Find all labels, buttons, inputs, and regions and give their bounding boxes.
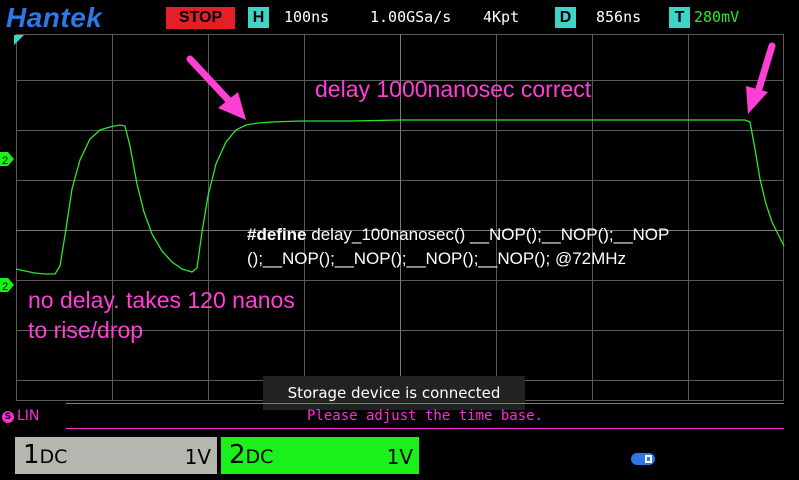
- waveform-display[interactable]: 2 2 delay 1000nanosec correct #define de…: [0, 34, 799, 402]
- channel-2-label: 2DC: [229, 440, 274, 470]
- channel-2-marker-1[interactable]: 2: [0, 152, 14, 167]
- trigger-position-marker-icon: [14, 35, 24, 45]
- sample-rate-value: 1.00GSa/s: [370, 8, 452, 26]
- status-row: S LIN Please adjust the time base.: [0, 403, 799, 429]
- arrow-icon: [186, 55, 236, 108]
- top-status-bar: Hantek STOP H 100ns 1.00GSa/s 4Kpt D 856…: [0, 0, 799, 34]
- arrow-icon-right: [754, 42, 776, 96]
- lin-mode-icon: S: [2, 411, 14, 423]
- memory-depth-value: 4Kpt: [483, 8, 520, 26]
- trigger-level-value[interactable]: 280mV: [694, 8, 739, 26]
- channel-2-scale: 1V: [386, 445, 413, 469]
- ch2-marker-label-2: 2: [2, 281, 8, 293]
- channel-2-marker-2[interactable]: 2: [0, 278, 14, 293]
- annotation-note-line-1: no delay. takes 120 nanos: [28, 287, 295, 313]
- channel-1-panel[interactable]: 1DC 1V: [15, 437, 217, 474]
- timebase-value[interactable]: 100ns: [284, 8, 329, 26]
- message-bar: Please adjust the time base.: [66, 403, 784, 429]
- channel-2-panel[interactable]: 2DC 1V: [221, 437, 419, 474]
- channel-1-scale: 1V: [184, 445, 211, 469]
- annotation-note-line-2: to rise/drop: [28, 317, 143, 343]
- trigger-badge: T: [669, 7, 690, 28]
- annotation-title: delay 1000nanosec correct: [315, 76, 592, 102]
- waveform-canvas: 2 2 delay 1000nanosec correct #define de…: [0, 34, 785, 401]
- annotation-code-line-1: #define delay_100nanosec() __NOP();__NOP…: [247, 225, 669, 244]
- usb-storage-icon: [631, 453, 655, 465]
- arrow-head-right-icon: [746, 86, 768, 114]
- annotation-code-line-2: ();__NOP();__NOP();__NOP();__NOP(); @72M…: [247, 249, 626, 268]
- brand-logo: Hantek: [6, 2, 103, 33]
- timebase-badge: H: [248, 7, 269, 28]
- lin-mode-label[interactable]: LIN: [17, 408, 39, 424]
- ch2-marker-label-1: 2: [2, 155, 8, 167]
- channel-1-label: 1DC: [23, 440, 68, 470]
- delay-badge: D: [555, 7, 576, 28]
- status-message: Please adjust the time base.: [306, 408, 543, 424]
- delay-value[interactable]: 856ns: [596, 8, 641, 26]
- run-stop-indicator[interactable]: STOP: [166, 7, 235, 29]
